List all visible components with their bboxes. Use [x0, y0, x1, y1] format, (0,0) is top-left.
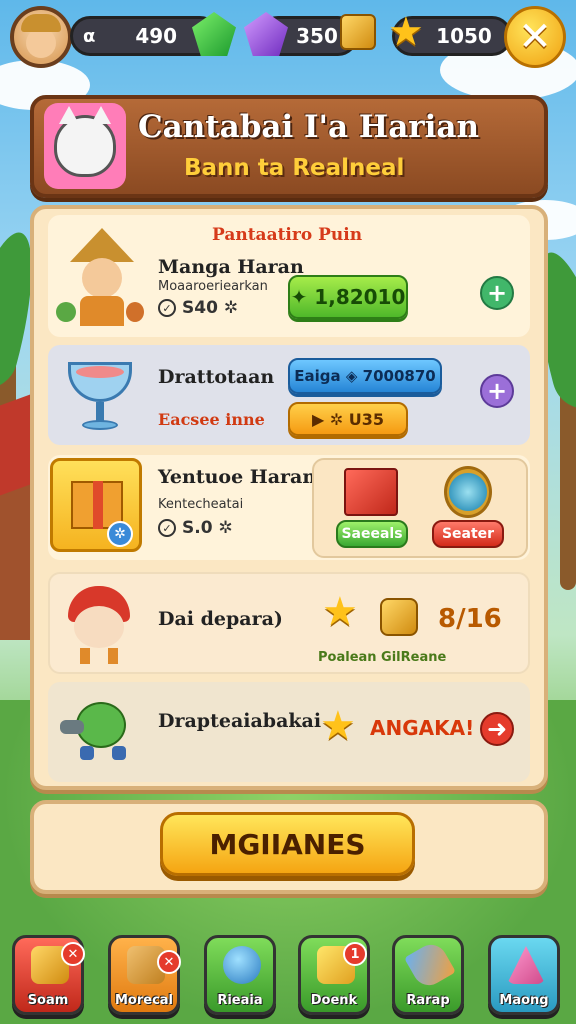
- mascot-avatar: [44, 103, 126, 189]
- page-subtitle: Bann ta Realneal: [184, 155, 405, 181]
- gift-box-icon[interactable]: ✲: [50, 458, 142, 552]
- item-note: Eacsee inne: [158, 410, 265, 429]
- main-action-button[interactable]: MGIIANES: [160, 812, 415, 876]
- notification-badge: 1: [343, 942, 367, 966]
- star-icon: ★: [388, 9, 424, 55]
- close-icon: ✕: [157, 950, 181, 974]
- rocket-icon: [404, 939, 456, 991]
- star-icon: ★: [320, 703, 356, 749]
- nav-label: Rieaia: [217, 993, 263, 1008]
- arrow-right-icon[interactable]: ➜: [480, 712, 514, 746]
- page-title: Cantabai I'a Harian: [138, 109, 480, 145]
- hat-icon: [21, 14, 61, 32]
- nav-label: Rarap: [406, 993, 450, 1008]
- star-icon: ★: [322, 589, 358, 635]
- fox-character-icon: [64, 586, 134, 666]
- reward-count: 8/16: [438, 604, 502, 634]
- orb-icon: [223, 946, 261, 984]
- nav-item-soam[interactable]: ✕ Soam: [12, 935, 85, 1015]
- nav-label: Soam: [27, 993, 69, 1008]
- starter-button[interactable]: Seater: [432, 520, 504, 548]
- item-subtitle: Kentecheatai: [158, 497, 244, 512]
- item-subtitle: Moaaroeriearkan: [158, 279, 268, 294]
- item-title: Drattotaan: [158, 366, 275, 388]
- nav-item-rarap[interactable]: Rarap: [392, 935, 464, 1015]
- header-banner: Cantabai I'a Harian Bann ta Realneal: [30, 95, 548, 198]
- nav-label: Doenk: [310, 993, 358, 1008]
- amulet-icon: [444, 466, 492, 518]
- item-title: Dai depara): [158, 608, 283, 630]
- item-price: ✓ S.0 ✲: [158, 518, 233, 538]
- green-creature-icon: [60, 694, 140, 764]
- item-title: Yentuoe Haram: [158, 466, 323, 488]
- close-icon[interactable]: ✕: [504, 6, 566, 68]
- reward-text: ANGAKA!: [370, 716, 475, 740]
- nav-item-maong[interactable]: Maong: [488, 935, 560, 1015]
- cat-icon: [54, 106, 116, 177]
- bowl-icon: [68, 358, 132, 438]
- crystal-icon: [507, 946, 545, 984]
- face-icon: [26, 28, 56, 58]
- play-button[interactable]: ▶ ✲ U35: [288, 402, 408, 436]
- specials-button[interactable]: Saeeals: [336, 520, 408, 548]
- villager-icon: [56, 228, 144, 328]
- gold-cube-icon: [380, 598, 418, 636]
- price-value: S.0 ✲: [182, 518, 233, 538]
- panel-caption: Pantaatiro Puin: [212, 225, 363, 245]
- price-value: S40 ✲: [182, 298, 239, 318]
- gold-cube-icon[interactable]: [340, 14, 376, 50]
- nav-label: Maong: [499, 993, 549, 1008]
- close-icon: ✕: [61, 942, 85, 966]
- bottom-nav: ✕ Soam ✕ Morecal Rieaia 1 Doenk Rarap Ma…: [0, 935, 576, 1024]
- item-price: ✓ S40 ✲: [158, 298, 238, 318]
- exchange-button[interactable]: Eaiga ◈ 7000870: [288, 358, 442, 394]
- item-title: Manga Haran: [158, 256, 304, 278]
- reward-note: Poalean GilReane: [318, 650, 447, 665]
- add-icon[interactable]: +: [480, 276, 514, 310]
- player-avatar[interactable]: [10, 6, 72, 68]
- nav-item-morecal[interactable]: ✕ Morecal: [108, 935, 181, 1015]
- check-icon: ✓: [158, 299, 176, 317]
- check-icon: ✓: [158, 519, 176, 537]
- nav-item-rieaia[interactable]: Rieaia: [204, 935, 276, 1015]
- item-title: Drapteaiabakai: [158, 710, 322, 732]
- nav-label: Morecal: [114, 993, 174, 1008]
- currency-prefix: α: [83, 25, 96, 47]
- top-bar: α 490 350 1050 ★ ✕: [0, 0, 576, 80]
- add-icon[interactable]: +: [480, 374, 514, 408]
- buy-button[interactable]: ✦ 1,82010: [288, 275, 408, 319]
- red-box-icon: [344, 468, 398, 516]
- nav-item-doenk[interactable]: 1 Doenk: [298, 935, 370, 1015]
